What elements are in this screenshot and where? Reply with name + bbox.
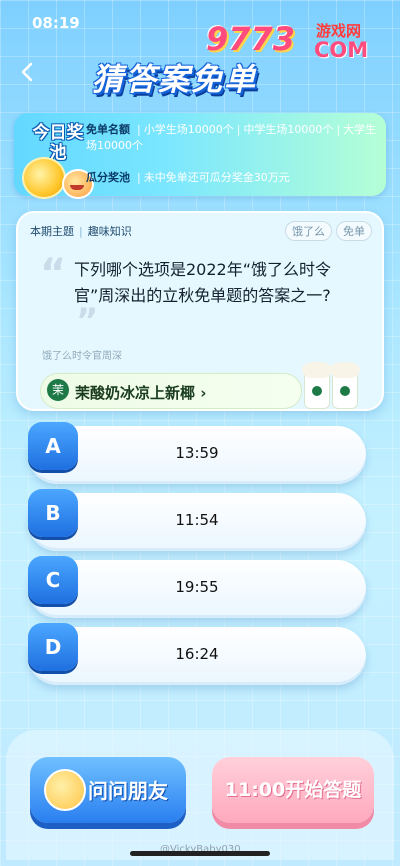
- sponsor-badge: 饿了么: [285, 221, 332, 241]
- free-order-tag: 免单名额: [86, 123, 130, 136]
- option-d[interactable]: D 16:24: [28, 623, 366, 685]
- brand-number: 9773: [206, 20, 296, 58]
- split-text: 未中免单还可瓜分奖金30万元: [143, 171, 290, 184]
- ad-banner[interactable]: 茉 茉酸奶冰凉上新椰 ›: [40, 373, 302, 409]
- option-value: 13:59: [175, 444, 219, 462]
- split-row: 瓜分奖池 | 未中免单还可瓜分奖金30万元: [86, 171, 290, 184]
- brand-logo-icon: 茉: [47, 379, 69, 401]
- topic-label: 本期主题: [30, 225, 74, 238]
- mascot-avatar-icon: [44, 769, 86, 811]
- option-a[interactable]: A 13:59: [28, 422, 366, 484]
- start-answer-button[interactable]: 11:00开始答题: [212, 757, 374, 823]
- home-indicator[interactable]: [130, 851, 270, 856]
- option-value: 19:55: [175, 578, 219, 596]
- question-text: 下列哪个选项是2022年“饿了么时令官”周深出的立秋免单题的答案之一?: [74, 260, 332, 305]
- open-quote-icon: “: [40, 251, 67, 297]
- question-hint: 饿了么时令官周深: [42, 351, 122, 362]
- prize-pool-card: 今日奖池 免单名额 | 小学生场10000个 | 中学生场10000个 | 大学生场1000…: [14, 113, 386, 199]
- page-title: 猜答案免单: [92, 62, 257, 98]
- status-time: 08:19: [32, 14, 80, 32]
- ad-text: 茉酸奶冰凉上新椰 ›: [75, 384, 207, 402]
- ask-friend-button[interactable]: 问问朋友: [30, 757, 186, 823]
- brand-domain: COM: [314, 38, 369, 62]
- option-c[interactable]: C 19:55: [28, 556, 366, 618]
- free-badge[interactable]: 免单: [336, 221, 372, 241]
- chevron-left-icon: [21, 62, 33, 82]
- sponsor-badges: 饿了么 免单: [281, 221, 372, 241]
- back-button[interactable]: [14, 58, 42, 86]
- topic-value: 趣味知识: [87, 225, 132, 238]
- close-quote-icon: ”: [76, 301, 99, 341]
- coin-mascot-icon: [22, 157, 66, 199]
- page-title-wrap: 猜答案免单: [92, 54, 312, 102]
- drink-cups-image: [300, 353, 364, 409]
- free-order-item: 中学生场10000个: [243, 123, 334, 136]
- option-value: 11:54: [175, 511, 219, 529]
- free-order-item: 小学生场10000个: [143, 123, 234, 136]
- topic-tabs: 本期主题 | 趣味知识: [30, 225, 132, 238]
- ask-friend-label: 问问朋友: [88, 779, 168, 803]
- option-b[interactable]: B 11:54: [28, 489, 366, 551]
- option-value: 16:24: [175, 645, 219, 663]
- question-card: 本期主题 | 趣味知识 饿了么 免单 “ 下列哪个选项是2022年“饿了么时令官”周深…: [16, 211, 384, 411]
- split-tag: 瓜分奖池: [86, 171, 130, 184]
- start-answer-label: 11:00开始答题: [224, 779, 362, 801]
- free-order-row: 免单名额 | 小学生场10000个 | 中学生场10000个 | 大学生场10000个: [86, 123, 377, 152]
